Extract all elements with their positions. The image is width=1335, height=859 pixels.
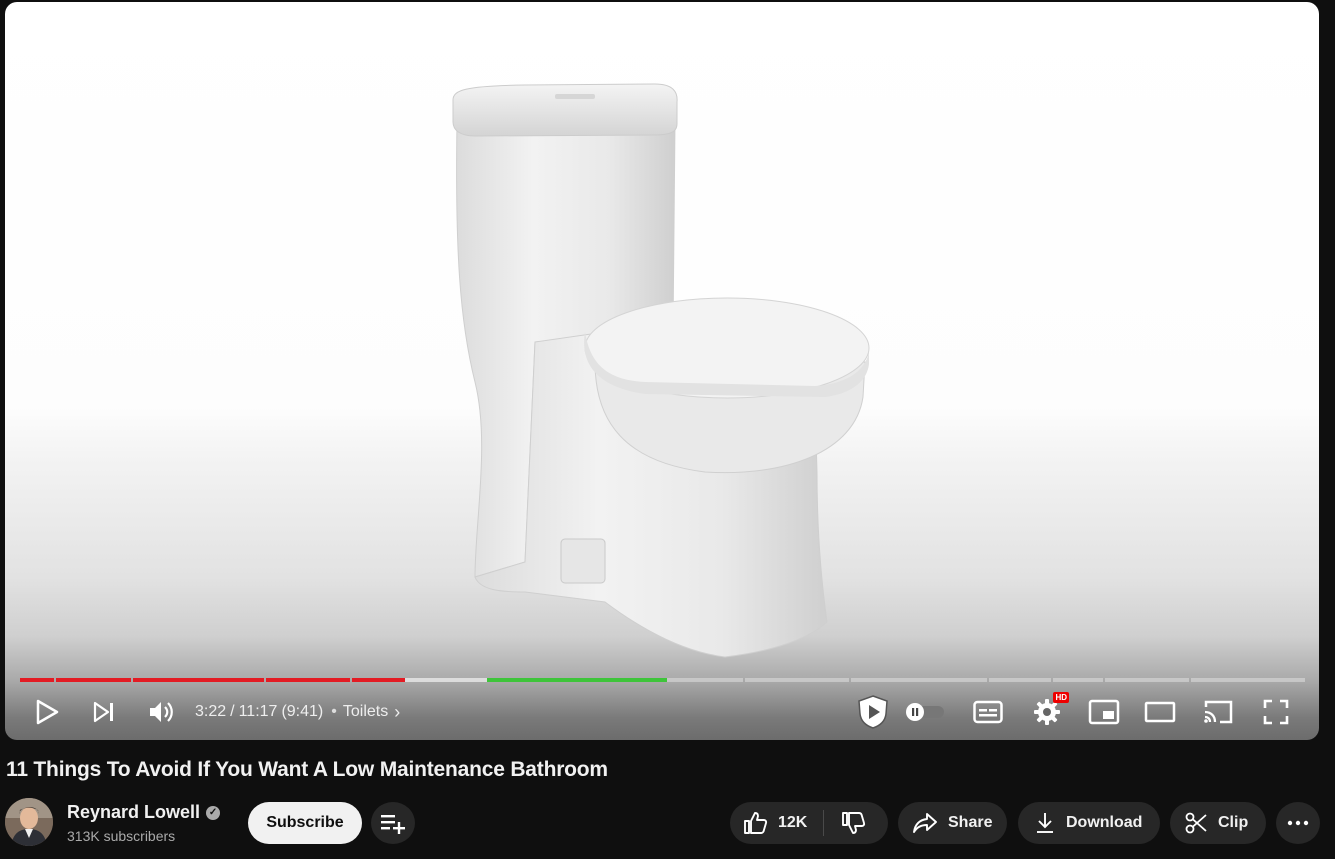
subscribe-button[interactable]: Subscribe <box>248 802 362 844</box>
theater-mode-icon <box>1144 701 1176 723</box>
download-icon <box>1037 813 1053 833</box>
download-button[interactable]: Download <box>1018 802 1160 844</box>
chapter-bullet: • <box>331 703 337 720</box>
thumbs-down-icon <box>842 812 866 834</box>
autoplay-toggle[interactable] <box>903 688 947 736</box>
cast-button[interactable] <box>1198 688 1238 736</box>
video-title: 11 Things To Avoid If You Want A Low Mai… <box>6 758 608 781</box>
progress-chapter-7[interactable] <box>745 678 849 682</box>
hd-badge: HD <box>1053 692 1069 703</box>
progress-chapter-12[interactable] <box>1191 678 1305 682</box>
more-horizontal-icon <box>1287 820 1309 826</box>
progress-chapter-2[interactable] <box>56 678 131 682</box>
cast-icon <box>1204 700 1233 724</box>
channel-name: Reynard Lowell <box>67 802 201 822</box>
miniplayer-button[interactable] <box>1084 688 1124 736</box>
miniplayer-icon <box>1088 699 1120 725</box>
settings-button[interactable]: HD <box>1027 688 1069 736</box>
shield-play-icon <box>858 695 888 729</box>
subtitles-icon <box>973 700 1003 724</box>
volume-icon <box>150 702 173 722</box>
avatar-image <box>5 798 53 846</box>
progress-bar[interactable] <box>20 678 1305 682</box>
subtitles-button[interactable] <box>968 688 1008 736</box>
share-button[interactable]: Share <box>898 802 1007 844</box>
autoplay-toggle-icon <box>906 703 944 721</box>
progress-chapter-4[interactable] <box>266 678 350 682</box>
progress-chapter-6[interactable] <box>667 678 743 682</box>
chapter-title: Toilets <box>342 703 389 720</box>
player-controls: 3:22 / 11:17 (9:41) • Toilets › HD <box>5 688 1319 736</box>
progress-chapter-5[interactable] <box>352 678 405 682</box>
progress-chapter-9[interactable] <box>989 678 1051 682</box>
chevron-right-icon: › <box>394 701 401 722</box>
duration: 11:17 <box>238 703 278 720</box>
share-label: Share <box>948 814 993 831</box>
time-separator: / <box>230 703 235 720</box>
share-icon <box>913 813 937 833</box>
play-button[interactable] <box>29 688 65 736</box>
scissors-icon <box>1185 812 1207 834</box>
channel-avatar[interactable] <box>5 798 53 846</box>
next-button[interactable] <box>87 688 121 736</box>
clip-label: Clip <box>1218 814 1249 831</box>
progress-chapter-3[interactable] <box>133 678 264 682</box>
progress-chapter-10[interactable] <box>1053 678 1103 682</box>
video-player[interactable]: 3:22 / 11:17 (9:41) • Toilets › HD <box>5 2 1319 740</box>
playlist-add-icon <box>381 815 405 834</box>
channel-owner-row: Reynard Lowell ✓ 313K subscribers Subscr… <box>5 798 1335 848</box>
progress-chapter-8[interactable] <box>851 678 987 682</box>
fullscreen-icon <box>1263 699 1289 725</box>
dislike-button[interactable] <box>824 802 866 844</box>
time-display: 3:22 / 11:17 (9:41) • Toilets › <box>195 688 400 736</box>
next-icon <box>93 701 113 723</box>
verified-badge-icon: ✓ <box>206 805 221 820</box>
progress-chapter-1[interactable] <box>20 678 54 682</box>
progress-buffered[interactable] <box>405 678 487 682</box>
more-actions-button[interactable] <box>1276 802 1320 844</box>
add-to-playlist-button[interactable] <box>371 802 415 844</box>
clip-button[interactable]: Clip <box>1170 802 1266 844</box>
video-frame-toilet <box>452 83 870 658</box>
fullscreen-button[interactable] <box>1256 688 1296 736</box>
theater-mode-button[interactable] <box>1140 688 1180 736</box>
download-label: Download <box>1066 814 1143 831</box>
progress-chapter-11[interactable] <box>1105 678 1189 682</box>
progress-highlight-segment[interactable] <box>487 678 667 682</box>
like-button[interactable]: 12K <box>730 802 823 844</box>
volume-button[interactable] <box>143 688 179 736</box>
like-dislike-group: 12K <box>730 802 888 844</box>
like-count: 12K <box>778 814 808 831</box>
channel-name-link[interactable]: Reynard Lowell ✓ <box>67 802 221 823</box>
thumbs-up-icon <box>744 812 768 834</box>
sponsor-block-button[interactable] <box>853 688 893 736</box>
current-time: 3:22 <box>195 703 227 720</box>
remaining-time: (9:41) <box>281 703 324 720</box>
chapter-title-button[interactable]: Toilets › <box>343 702 400 723</box>
play-icon <box>36 699 59 725</box>
subscriber-count: 313K subscribers <box>67 828 176 844</box>
